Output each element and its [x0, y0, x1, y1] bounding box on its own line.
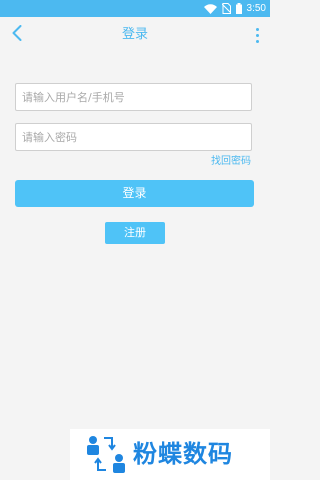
- register-button[interactable]: 注册: [105, 222, 165, 244]
- more-vertical-icon[interactable]: [250, 24, 264, 46]
- password-input[interactable]: [15, 123, 252, 151]
- battery-icon: [235, 3, 242, 14]
- page-title: 登录: [121, 27, 148, 42]
- watermark: 粉蝶数码: [70, 429, 270, 480]
- forgot-password-link[interactable]: 找回密码: [211, 156, 251, 168]
- title-bar: 登录: [0, 17, 270, 52]
- watermark-logo-icon: [84, 434, 128, 478]
- clock: 3:50: [246, 3, 266, 14]
- status-bar: 3:50: [0, 0, 270, 17]
- no-sim-icon: [221, 3, 231, 14]
- login-button[interactable]: 登录: [15, 180, 254, 207]
- wifi-icon: [203, 3, 217, 14]
- watermark-text: 粉蝶数码: [133, 440, 233, 468]
- status-icons: 3:50: [203, 1, 266, 16]
- username-input[interactable]: [15, 83, 252, 111]
